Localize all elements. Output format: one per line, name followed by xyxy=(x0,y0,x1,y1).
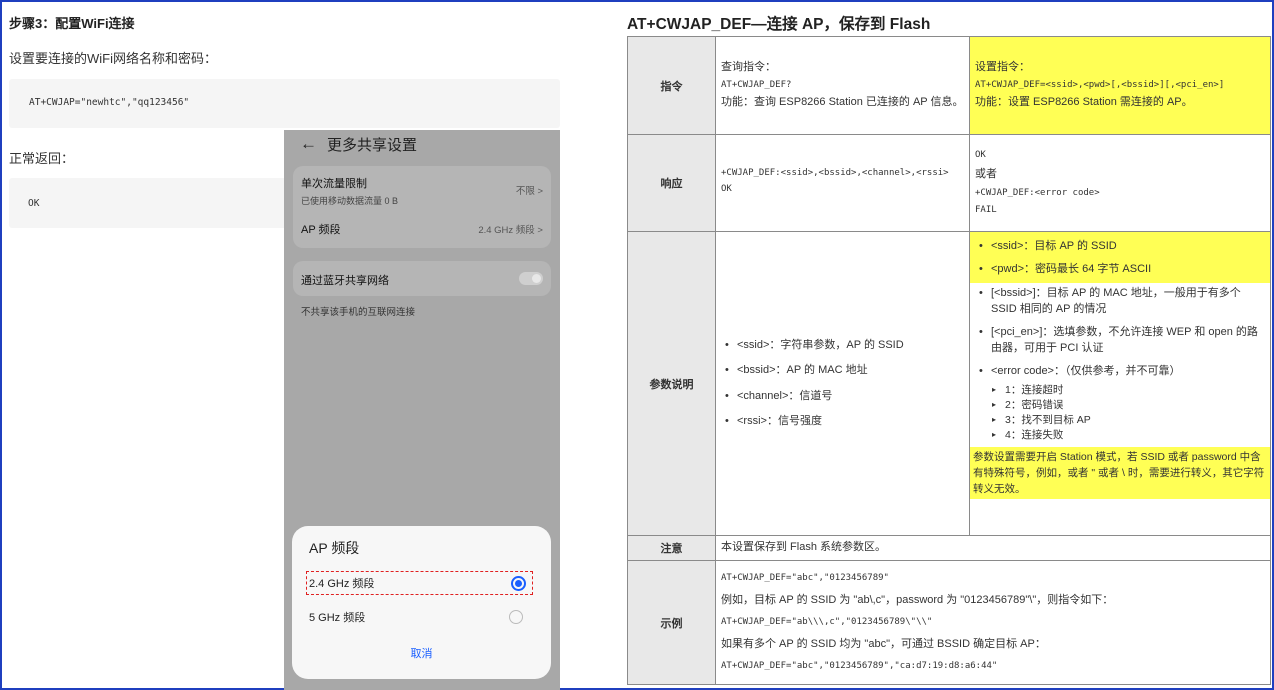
phone-title: 更多共享设置 xyxy=(327,136,418,154)
ap-band-sheet: AP 频段 2.4 GHz 频段 5 GHz 频段 取消 xyxy=(292,526,551,679)
code-block[interactable]: AT+CWJAP="newhtc","qq123456" xyxy=(9,79,560,128)
example-line: 例如，目标 AP 的 SSID 为 "ab\,c"，password 为 "01… xyxy=(721,594,1114,607)
intro-text: 设置要连接的WiFi网络名称和密码： xyxy=(9,51,217,66)
error-code-item: 1：连接超时 xyxy=(989,383,1265,398)
set-param-item: <pwd>：密码最长 64 字节 ASCII xyxy=(975,258,1265,281)
label-params: 参数说明 xyxy=(627,231,716,536)
code-text: AT+CWJAP="newhtc","qq123456" xyxy=(29,97,190,108)
query-params-cell: <ssid>：字符串参数，AP 的 SSID <bssid>：AP 的 MAC … xyxy=(715,231,970,536)
return-code-text: OK xyxy=(28,198,40,209)
row-command: 指令 查询指令： AT+CWJAP_DEF? 功能：查询 ESP8266 Sta… xyxy=(627,36,1271,135)
query-title: 查询指令： xyxy=(721,61,776,74)
option-2-4ghz[interactable]: 2.4 GHz 频段 xyxy=(306,571,533,595)
example-line: AT+CWJAP_DEF="abc","0123456789" xyxy=(721,572,889,583)
query-resp-2: OK xyxy=(721,184,732,194)
query-resp-1: +CWJAP_DEF:<ssid>,<bssid>,<channel>,<rss… xyxy=(721,168,949,179)
option-5ghz[interactable]: 5 GHz 频段 xyxy=(306,605,533,629)
return-label: 正常返回： xyxy=(9,151,75,166)
row-title: 通过蓝牙共享网络 xyxy=(301,275,389,287)
label-command: 指令 xyxy=(627,36,716,135)
query-response-cell: +CWJAP_DEF:<ssid>,<bssid>,<channel>,<rss… xyxy=(715,134,970,232)
label-notice: 注意 xyxy=(627,535,716,561)
example-cell: AT+CWJAP_DEF="abc","0123456789" 例如，目标 AP… xyxy=(715,560,1271,685)
option-label: 5 GHz 频段 xyxy=(309,612,366,624)
row-title: 单次流量限制 xyxy=(301,178,367,190)
sheet-title: AP 频段 xyxy=(309,540,360,556)
row-bluetooth-share: 通过蓝牙共享网络 xyxy=(301,272,543,288)
query-command-cell: 查询指令： AT+CWJAP_DEF? 功能：查询 ESP8266 Statio… xyxy=(715,36,970,135)
set-command-cell: 设置指令： AT+CWJAP_DEF=<ssid>,<pwd>[,<bssid>… xyxy=(969,36,1271,135)
set-response-cell: OK 或者 +CWJAP_DEF:<error code> FAIL xyxy=(969,134,1271,232)
set-desc: 功能：设置 ESP8266 Station 需连接的 AP。 xyxy=(975,96,1193,109)
set-title: 设置指令： xyxy=(975,61,1030,74)
set-param-item: <ssid>：目标 AP 的 SSID xyxy=(975,235,1265,258)
bluetooth-card: 通过蓝牙共享网络 xyxy=(293,261,551,296)
query-param-item: <channel>：信道号 xyxy=(721,384,964,410)
query-desc: 功能：查询 ESP8266 Station 已连接的 AP 信息。 xyxy=(721,96,964,109)
row-value: 2.4 GHz 频段 > xyxy=(478,225,543,236)
label-example: 示例 xyxy=(627,560,716,685)
set-resp-3: +CWJAP_DEF:<error code> xyxy=(975,187,1100,198)
example-line: AT+CWJAP_DEF="abc","0123456789","ca:d7:1… xyxy=(721,660,998,671)
notice-cell: 本设置保存到 Flash 系统参数区。 xyxy=(715,535,1271,561)
return-code-block[interactable]: OK xyxy=(9,178,284,228)
bluetooth-toggle[interactable] xyxy=(519,272,543,285)
set-resp-1: OK xyxy=(975,149,986,160)
spec-title: AT+CWJAP_DEF—连接 AP，保存到 Flash xyxy=(627,16,931,33)
row-notice: 注意 本设置保存到 Flash 系统参数区。 xyxy=(627,535,1271,561)
radio-unselected-icon[interactable] xyxy=(509,610,523,624)
phone-header: ← 更多共享设置 xyxy=(300,130,417,158)
bluetooth-note: 不共享该手机的互联网连接 xyxy=(301,307,416,318)
cancel-button[interactable]: 取消 xyxy=(292,645,551,661)
set-param-item: <error code>：（仅供参考，并不可靠） xyxy=(975,364,1265,380)
set-resp-4: FAIL xyxy=(975,204,997,215)
query-param-item: <bssid>：AP 的 MAC 地址 xyxy=(721,358,964,384)
set-cmd: AT+CWJAP_DEF=<ssid>,<pwd>[,<bssid>][,<pc… xyxy=(975,79,1225,90)
set-param-note: 参数设置需要开启 Station 模式，若 SSID 或者 password 中… xyxy=(970,446,1270,500)
error-code-item: 3：找不到目标 AP xyxy=(989,413,1265,428)
error-code-item: 2：密码错误 xyxy=(989,398,1265,413)
query-cmd: AT+CWJAP_DEF? xyxy=(721,79,792,90)
set-param-item: [<bssid>]：目标 AP 的 MAC 地址，一般用于有多个 SSID 相同… xyxy=(975,286,1265,318)
notice-text: 本设置保存到 Flash 系统参数区。 xyxy=(721,541,887,554)
set-resp-2: 或者 xyxy=(975,168,997,180)
error-code-item: 4：连接失败 xyxy=(989,428,1265,443)
query-param-item: <ssid>：字符串参数，AP 的 SSID xyxy=(721,333,964,359)
set-params-cell: <ssid>：目标 AP 的 SSID <pwd>：密码最长 64 字节 ASC… xyxy=(969,231,1271,536)
row-params: 参数说明 <ssid>：字符串参数，AP 的 SSID <bssid>：AP 的… xyxy=(627,231,1271,536)
spec-table: 指令 查询指令： AT+CWJAP_DEF? 功能：查询 ESP8266 Sta… xyxy=(627,36,1271,685)
example-line: AT+CWJAP_DEF="ab\\\,c","0123456789\"\\" xyxy=(721,616,933,627)
phone-screenshot: ← 更多共享设置 单次流量限制 已使用移动数据流量 0 B 不限 > AP 频段… xyxy=(284,130,560,690)
row-value: 不限 > xyxy=(515,186,543,197)
row-ap-band[interactable]: AP 频段 2.4 GHz 频段 > xyxy=(301,221,543,237)
row-traffic-limit[interactable]: 单次流量限制 已使用移动数据流量 0 B 不限 > xyxy=(301,175,543,207)
row-response: 响应 +CWJAP_DEF:<ssid>,<bssid>,<channel>,<… xyxy=(627,134,1271,232)
label-response: 响应 xyxy=(627,134,716,232)
back-arrow-icon[interactable]: ← xyxy=(300,134,317,154)
example-line: 如果有多个 AP 的 SSID 均为 "abc"，可通过 BSSID 确定目标 … xyxy=(721,638,1046,651)
radio-selected-icon[interactable] xyxy=(511,575,526,591)
option-label: 2.4 GHz 频段 xyxy=(309,578,375,590)
step-title: 步骤3：配置WiFi连接 xyxy=(9,16,135,31)
settings-card: 单次流量限制 已使用移动数据流量 0 B 不限 > AP 频段 2.4 GHz … xyxy=(293,166,551,248)
row-subtitle: 已使用移动数据流量 0 B xyxy=(301,196,399,206)
query-param-item: <rssi>：信号强度 xyxy=(721,409,964,435)
row-example: 示例 AT+CWJAP_DEF="abc","0123456789" 例如，目标… xyxy=(627,560,1271,685)
set-param-item: [<pci_en>]：选填参数，不允许连接 WEP 和 open 的路由器，可用… xyxy=(975,325,1265,357)
